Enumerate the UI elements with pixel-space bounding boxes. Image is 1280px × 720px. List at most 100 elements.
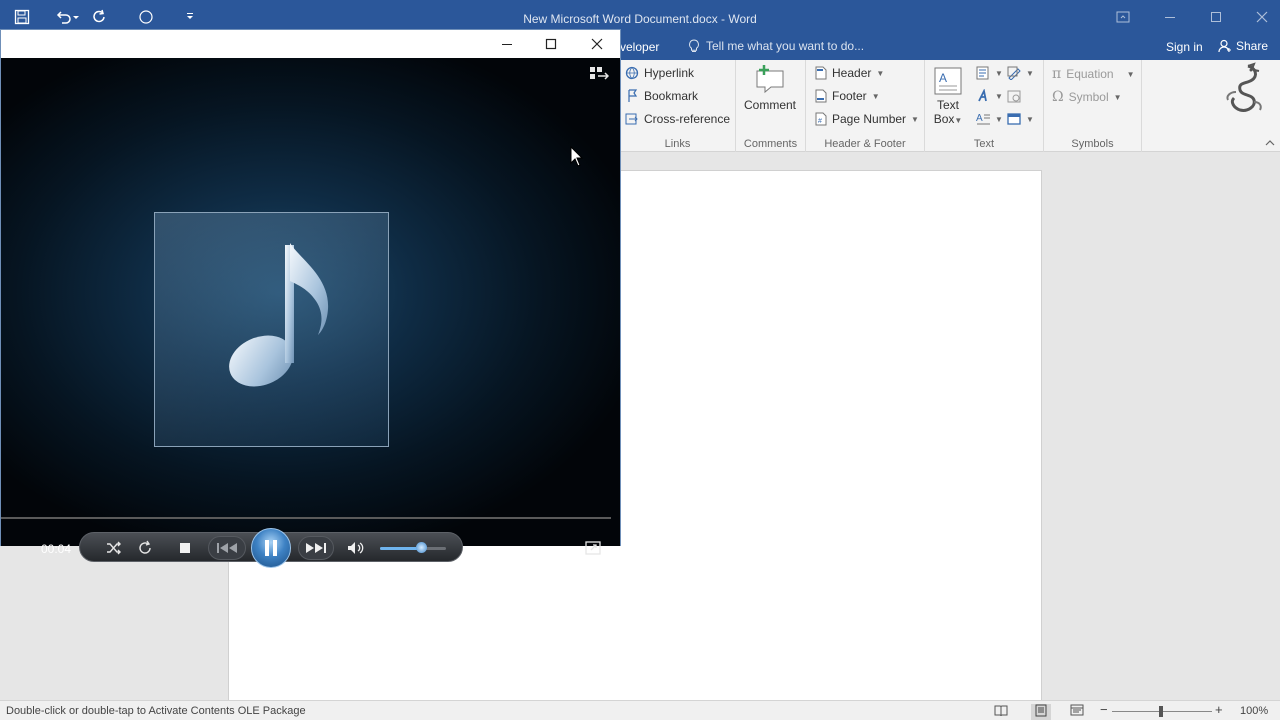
- status-bar: Double-click or double-tap to Activate C…: [0, 700, 1280, 720]
- document-title: New Microsoft Word Document.docx - Word: [523, 12, 757, 26]
- maximize-icon: [1211, 12, 1221, 22]
- library-grid-icon: [590, 67, 610, 80]
- object-button[interactable]: ▼: [1007, 112, 1034, 126]
- hyperlink-icon: [625, 66, 639, 80]
- speaker-icon: [348, 542, 364, 554]
- lightbulb-icon: [689, 39, 699, 52]
- player-title-bar[interactable]: [1, 30, 620, 58]
- zoom-level[interactable]: 100%: [1240, 705, 1268, 717]
- next-button[interactable]: [298, 536, 334, 560]
- text-group: A Text Box▼ ▼ ▼ A ▼ ▼ ▼ Text: [925, 60, 1044, 152]
- signature-icon: [1007, 66, 1021, 80]
- sign-in-link[interactable]: Sign in: [1166, 40, 1203, 54]
- minimize-icon: [1165, 17, 1175, 18]
- mute-button[interactable]: [346, 538, 366, 558]
- tab-developer[interactable]: veloper: [620, 40, 659, 54]
- player-close-button[interactable]: [574, 30, 620, 58]
- mouse-cursor: [570, 145, 584, 171]
- repeat-button[interactable]: [136, 539, 154, 557]
- wordart-button[interactable]: ▼: [976, 89, 1003, 103]
- media-player-window: 00:04: [0, 29, 621, 568]
- quick-parts-button[interactable]: ▼: [976, 66, 1003, 80]
- svg-text:#: #: [818, 118, 822, 125]
- quick-parts-icon: [976, 66, 989, 80]
- chevron-down-icon: ▼: [1026, 68, 1034, 78]
- svg-text:A: A: [976, 113, 983, 124]
- word-restore-button[interactable]: [1193, 0, 1239, 34]
- symbols-group-label: Symbols: [1071, 138, 1114, 150]
- skip-forward-icon: [306, 543, 326, 553]
- shuffle-button[interactable]: [105, 539, 123, 557]
- music-note-icon: [229, 243, 329, 387]
- links-group: Hyperlink Bookmark Cross-reference Links: [620, 60, 736, 152]
- date-time-button[interactable]: [1007, 89, 1021, 103]
- read-mode-button[interactable]: [994, 704, 1008, 720]
- album-art: [154, 212, 389, 447]
- book-icon: [994, 705, 1008, 717]
- text-group-label: Text: [973, 138, 995, 150]
- chevron-down-icon: ▼: [876, 68, 885, 78]
- volume-slider-thumb[interactable]: [416, 542, 427, 553]
- symbols-group: π Equation ▼ Ω Symbol ▼ Symbols: [1044, 60, 1142, 152]
- signature-line-button[interactable]: ▼: [1007, 66, 1034, 80]
- pause-button[interactable]: [251, 528, 291, 568]
- links-group-label: Links: [664, 138, 691, 150]
- bookmark-icon: [628, 89, 638, 102]
- comment-icon: [756, 65, 784, 94]
- shuffle-icon: [107, 541, 121, 555]
- elapsed-time: 00:04: [41, 542, 72, 556]
- chevron-up-icon: [1265, 140, 1275, 146]
- tell-me-box[interactable]: Tell me what you want to do...: [688, 39, 864, 53]
- omega-icon: Ω: [1052, 89, 1064, 105]
- tell-me-text: Tell me what you want to do...: [706, 39, 865, 53]
- header-icon: [815, 66, 827, 80]
- chevron-down-icon: ▼: [1026, 114, 1034, 124]
- switch-to-library-button[interactable]: [589, 66, 610, 83]
- hyperlink-button[interactable]: Hyperlink: [625, 66, 694, 80]
- footer-button[interactable]: Footer ▼: [815, 89, 880, 103]
- switch-to-full-screen-button[interactable]: [584, 539, 602, 557]
- repeat-icon: [139, 540, 151, 554]
- seek-bar[interactable]: [1, 517, 611, 519]
- header-button[interactable]: Header ▼: [815, 66, 884, 80]
- new-comment-button[interactable]: Comment: [744, 64, 796, 112]
- header-footer-group: Header ▼ Footer ▼ # Page Number ▼ Header & …: [806, 60, 925, 152]
- share-button[interactable]: Share: [1218, 39, 1268, 53]
- minimize-icon: [502, 44, 512, 45]
- drop-cap-button[interactable]: A ▼: [976, 112, 1003, 126]
- share-label: Share: [1236, 39, 1269, 53]
- ribbon-display-options-button[interactable]: [1100, 0, 1146, 34]
- print-layout-button[interactable]: [1031, 704, 1051, 720]
- zoom-slider-thumb[interactable]: [1159, 706, 1163, 717]
- chevron-down-icon: ▼: [995, 91, 1003, 101]
- previous-button[interactable]: [208, 536, 246, 560]
- text-box-button[interactable]: A Text Box▼: [933, 66, 963, 126]
- zoom-out-button[interactable]: −: [1100, 702, 1108, 717]
- stop-button[interactable]: [176, 539, 194, 557]
- pi-icon: π: [1052, 66, 1062, 82]
- chevron-down-icon: ▼: [995, 114, 1003, 124]
- collapse-ribbon-button[interactable]: [1265, 136, 1275, 150]
- drop-cap-icon: A: [976, 113, 990, 125]
- bookmark-button[interactable]: Bookmark: [625, 89, 698, 103]
- comments-group-label: Comments: [743, 138, 798, 150]
- header-footer-group-label: Header & Footer: [824, 138, 906, 150]
- zoom-in-button[interactable]: +: [1215, 702, 1223, 717]
- close-icon: [591, 38, 603, 50]
- player-minimize-button[interactable]: [484, 30, 530, 58]
- print-layout-icon: [1035, 704, 1047, 717]
- word-close-button[interactable]: [1239, 0, 1280, 34]
- skip-back-icon: [217, 543, 237, 553]
- player-maximize-button[interactable]: [528, 30, 574, 58]
- calendar-icon: [1007, 90, 1021, 103]
- equation-button[interactable]: π Equation ▼: [1052, 66, 1135, 82]
- page-number-button[interactable]: # Page Number ▼: [815, 112, 919, 126]
- wordart-icon: [978, 89, 987, 102]
- symbol-button[interactable]: Ω Symbol ▼: [1052, 89, 1122, 105]
- now-playing-view: 00:04: [1, 58, 620, 568]
- cross-reference-button[interactable]: Cross-reference: [625, 112, 730, 126]
- web-layout-icon: [1070, 704, 1084, 716]
- arrow-cursor-icon: [570, 145, 584, 167]
- word-minimize-button[interactable]: [1147, 0, 1193, 34]
- web-layout-button[interactable]: [1070, 704, 1084, 720]
